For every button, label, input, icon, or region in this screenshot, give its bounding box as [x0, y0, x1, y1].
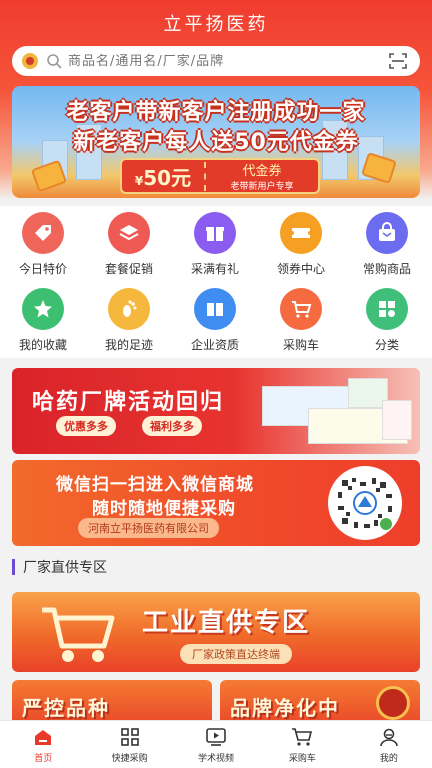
brand-logo-icon	[22, 53, 38, 69]
ticket-icon	[280, 212, 322, 254]
tab-label: 快捷采购	[111, 753, 148, 764]
tab-quick-purchase[interactable]: 快捷采购	[86, 721, 172, 768]
qr-code-icon	[328, 466, 402, 540]
menu-label: 今日特价	[18, 262, 67, 276]
app-title: 立平扬医药	[163, 14, 269, 35]
promo-line-2: 新老客户每人送50元代金券	[73, 130, 359, 155]
menu-item-cart[interactable]: 采购车	[258, 288, 344, 353]
search-bar[interactable]	[12, 46, 420, 76]
controlled-varieties-banner[interactable]: 严控品种	[12, 680, 212, 724]
promo-line-1: 老客户带新客户注册成功一家	[66, 100, 366, 125]
coupon-title: 代金券	[242, 164, 282, 179]
tab-label: 采购车	[288, 753, 316, 764]
tab-home[interactable]: 首页	[0, 721, 86, 768]
coupon-subtitle: 老带新用户专享	[230, 182, 294, 192]
tab-academic-video[interactable]: 学术视频	[173, 721, 259, 768]
medal-icon	[376, 686, 410, 720]
quick-menu-grid: 今日特价 套餐促销 采满有礼 领券中心 常购商品 我的收藏 我的足迹 企业资质 …	[0, 206, 432, 358]
menu-label: 采满有礼	[190, 262, 239, 276]
wechat-line-1: 微信扫一扫进入微信商城	[56, 475, 254, 495]
bag-icon	[366, 212, 408, 254]
promo-banner[interactable]: 老客户带新客户注册成功一家 新老客户每人送50元代金券 ¥50元 代金券 老带新…	[12, 86, 420, 198]
coupon-amount: ¥50元	[122, 161, 206, 191]
menu-label: 我的收藏	[18, 338, 67, 352]
menu-label: 我的足迹	[104, 338, 153, 352]
bottom-tab-bar: 首页 快捷采购 学术视频 采购车 我的	[0, 720, 432, 768]
brand-pill-discount: 优惠多多	[56, 416, 116, 436]
menu-label: 领券中心	[276, 262, 325, 276]
grid-icon	[119, 726, 141, 748]
tab-label: 我的	[379, 753, 398, 764]
company-name: 河南立平扬医药有限公司	[78, 518, 219, 538]
menu-item-favorites[interactable]: 我的收藏	[0, 288, 86, 353]
tab-cart[interactable]: 采购车	[259, 721, 345, 768]
search-icon	[47, 54, 62, 69]
user-icon	[378, 726, 400, 748]
coupon-card: ¥50元 代金券 老带新用户专享	[120, 158, 320, 194]
tab-label: 首页	[34, 753, 53, 764]
menu-label: 分类	[374, 338, 399, 352]
gift-icon	[194, 212, 236, 254]
factory-banner-title: 工业直供专区	[142, 608, 311, 638]
wechat-mall-banner[interactable]: 微信扫一扫进入微信商城 随时随地便捷采购 河南立平扬医药有限公司	[12, 460, 420, 546]
video-icon	[205, 726, 227, 748]
menu-label: 企业资质	[190, 338, 239, 352]
menu-item-today-special[interactable]: 今日特价	[0, 212, 86, 277]
factory-banner-subtitle: 厂家政策直达终端	[180, 644, 292, 664]
tab-mine[interactable]: 我的	[346, 721, 432, 768]
menu-item-category[interactable]: 分类	[344, 288, 430, 353]
layers-icon	[108, 212, 150, 254]
cart-icon	[291, 726, 313, 748]
category-icon	[366, 288, 408, 330]
menu-label: 采购车	[282, 338, 319, 352]
brand-purification-banner[interactable]: 品牌净化中	[220, 680, 420, 724]
scan-icon[interactable]	[388, 51, 408, 71]
brand-activity-banner[interactable]: 哈药厂牌活动回归 优惠多多 福利多多	[12, 368, 420, 454]
brand-banner-title: 哈药厂牌活动回归	[32, 390, 225, 415]
factory-direct-banner[interactable]: 工业直供专区 厂家政策直达终端	[12, 592, 420, 672]
brand-pill-benefit: 福利多多	[142, 416, 202, 436]
star-icon	[22, 288, 64, 330]
menu-item-package-promo[interactable]: 套餐促销	[86, 212, 172, 277]
search-input[interactable]	[68, 53, 388, 69]
home-icon	[32, 726, 54, 748]
cart-icon	[280, 288, 322, 330]
menu-item-purchase-gift[interactable]: 采满有礼	[172, 212, 258, 277]
menu-item-coupon-center[interactable]: 领券中心	[258, 212, 344, 277]
section-title: 厂家直供专区	[23, 560, 107, 576]
menu-label: 常购商品	[362, 262, 411, 276]
section-accent-bar	[12, 559, 15, 575]
section-header: 厂家直供专区	[12, 556, 107, 578]
tag-icon	[22, 212, 64, 254]
shopping-cart-icon	[42, 607, 115, 662]
footprint-icon	[108, 288, 150, 330]
book-icon	[194, 288, 236, 330]
menu-label: 套餐促销	[104, 262, 153, 276]
menu-item-frequent-goods[interactable]: 常购商品	[344, 212, 430, 277]
controlled-banner-title: 严控品种	[22, 696, 110, 720]
menu-item-footprints[interactable]: 我的足迹	[86, 288, 172, 353]
tab-label: 学术视频	[198, 753, 235, 764]
wechat-line-2: 随时随地便捷采购	[92, 499, 236, 519]
product-box-image	[382, 400, 412, 440]
menu-item-qualification[interactable]: 企业资质	[172, 288, 258, 353]
purification-banner-title: 品牌净化中	[230, 696, 340, 720]
